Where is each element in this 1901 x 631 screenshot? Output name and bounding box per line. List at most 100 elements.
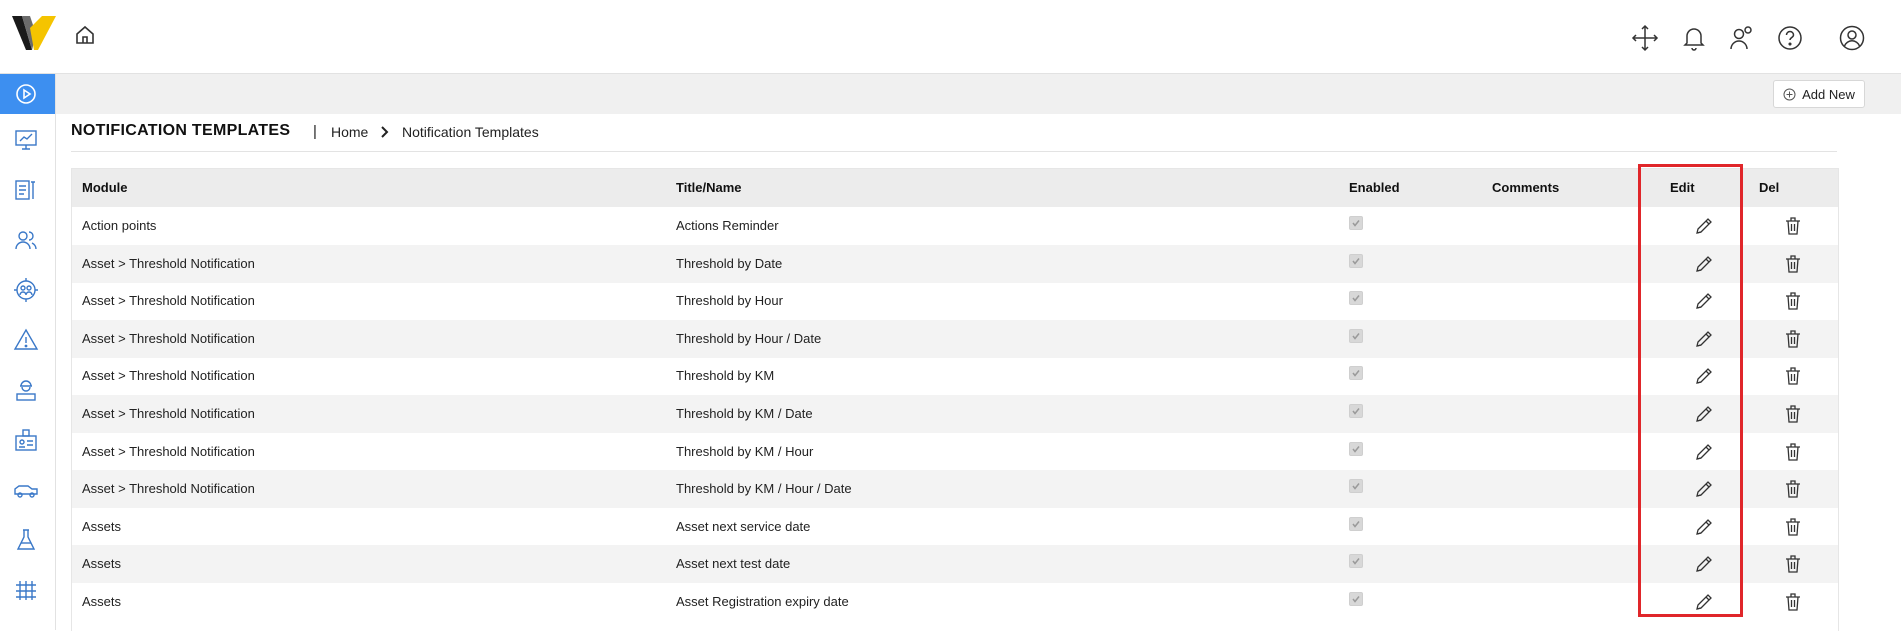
edit-pencil-icon[interactable]: [1693, 553, 1715, 575]
play-icon: [16, 84, 36, 104]
header-comments[interactable]: Comments: [1492, 180, 1559, 195]
add-new-label: Add New: [1802, 86, 1855, 102]
structure-icon[interactable]: [13, 577, 39, 603]
edit-pencil-icon[interactable]: [1693, 441, 1715, 463]
delete-trash-icon[interactable]: [1782, 478, 1804, 500]
warning-icon[interactable]: [13, 327, 39, 353]
table-row: Assets Asset next service date: [72, 508, 1838, 546]
edit-pencil-icon[interactable]: [1693, 478, 1715, 500]
id-card-icon[interactable]: [13, 427, 39, 453]
edit-pencil-icon[interactable]: [1693, 253, 1715, 275]
enabled-checkbox[interactable]: [1349, 479, 1363, 494]
breadcrumb-current: Notification Templates: [402, 124, 539, 140]
delete-trash-icon[interactable]: [1782, 253, 1804, 275]
delete-trash-icon[interactable]: [1782, 328, 1804, 350]
enabled-checkbox[interactable]: [1349, 554, 1363, 569]
page-title: NOTIFICATION TEMPLATES: [71, 122, 291, 139]
logo-icon[interactable]: [12, 14, 56, 52]
delete-trash-icon[interactable]: [1782, 215, 1804, 237]
enabled-checkbox[interactable]: [1349, 516, 1363, 531]
delete-trash-icon[interactable]: [1782, 591, 1804, 613]
breadcrumb-separator: |: [313, 123, 317, 140]
enabled-checkbox[interactable]: [1349, 366, 1363, 381]
lab-flask-icon[interactable]: [13, 527, 39, 553]
delete-trash-icon[interactable]: [1782, 516, 1804, 538]
edit-pencil-icon[interactable]: [1693, 591, 1715, 613]
delete-trash-icon[interactable]: [1782, 290, 1804, 312]
table-row: Asset > Threshold Notification Threshold …: [72, 282, 1838, 320]
table-row: Asset > Threshold Notification Threshold …: [72, 433, 1838, 471]
group-target-icon[interactable]: [13, 277, 39, 303]
toolbar: [56, 74, 1901, 114]
cell-module: Asset > Threshold Notification: [82, 330, 255, 346]
cell-title: Threshold by Hour / Date: [676, 330, 822, 346]
header-title[interactable]: Title/Name: [676, 180, 742, 195]
table-row: Assets Asset next test date: [72, 545, 1838, 584]
edit-pencil-icon[interactable]: [1693, 290, 1715, 312]
enabled-checkbox[interactable]: [1349, 253, 1363, 268]
cell-title: Threshold by KM / Date: [676, 406, 813, 421]
divider: [71, 151, 1837, 152]
help-icon[interactable]: [1776, 24, 1804, 52]
add-new-button[interactable]: Add New: [1773, 80, 1865, 108]
worker-icon[interactable]: [13, 377, 39, 403]
chevron-right-icon: [381, 126, 389, 138]
cell-module: Action points: [82, 218, 157, 233]
breadcrumb-home[interactable]: Home: [331, 124, 368, 140]
cell-title: Asset Registration expiry date: [676, 594, 849, 609]
plus-circle-icon: [1783, 88, 1796, 100]
sidebar-item-active[interactable]: [0, 74, 55, 114]
bell-icon[interactable]: [1680, 24, 1708, 52]
table-row: Action points Actions Reminder: [72, 207, 1838, 245]
edit-pencil-icon[interactable]: [1693, 365, 1715, 387]
cell-module: Asset > Threshold Notification: [82, 255, 255, 271]
cell-module: Asset > Threshold Notification: [82, 368, 255, 384]
delete-trash-icon[interactable]: [1782, 441, 1804, 463]
enabled-checkbox[interactable]: [1349, 291, 1363, 306]
cell-title: Threshold by Hour: [676, 293, 783, 309]
table-row: Asset > Threshold Notification Threshold …: [72, 319, 1838, 358]
cell-title: Asset next test date: [676, 556, 791, 572]
cell-module: Asset > Threshold Notification: [82, 293, 255, 309]
vehicle-icon[interactable]: [13, 477, 39, 503]
user-settings-icon[interactable]: [1727, 24, 1755, 52]
header-module[interactable]: Module: [82, 180, 128, 195]
templates-table: Module Title/Name Enabled Comments Edit …: [71, 168, 1839, 631]
delete-trash-icon[interactable]: [1782, 403, 1804, 425]
cell-title: Asset next service date: [676, 518, 811, 534]
cell-title: Threshold by KM / Hour / Date: [676, 481, 852, 497]
document-tools-icon[interactable]: [13, 177, 39, 203]
users-icon[interactable]: [13, 227, 39, 253]
edit-pencil-icon[interactable]: [1693, 516, 1715, 538]
cell-module: Asset > Threshold Notification: [82, 481, 255, 497]
top-bar: [0, 0, 1901, 74]
edit-pencil-icon[interactable]: [1693, 328, 1715, 350]
enabled-checkbox[interactable]: [1349, 441, 1363, 456]
enabled-checkbox[interactable]: [1349, 404, 1363, 418]
table-row: Asset > Threshold Notification Threshold …: [72, 244, 1838, 283]
cell-module: Assets: [82, 518, 122, 534]
table-row: Assets Asset Registration expiry date: [72, 583, 1838, 621]
delete-trash-icon[interactable]: [1782, 365, 1804, 387]
enabled-checkbox[interactable]: [1349, 216, 1363, 230]
profile-icon[interactable]: [1838, 24, 1866, 52]
enabled-checkbox[interactable]: [1349, 592, 1363, 606]
cell-module: Asset > Threshold Notification: [82, 443, 255, 459]
cell-title: Threshold by KM / Hour: [676, 443, 814, 459]
table-header: Module Title/Name Enabled Comments Edit …: [72, 169, 1838, 207]
cell-module: Asset > Threshold Notification: [82, 406, 255, 421]
dashboard-icon[interactable]: [13, 127, 39, 153]
header-enabled[interactable]: Enabled: [1349, 180, 1400, 195]
header-edit: Edit: [1670, 180, 1695, 195]
cell-module: Assets: [82, 594, 122, 609]
edit-pencil-icon[interactable]: [1693, 403, 1715, 425]
delete-trash-icon[interactable]: [1782, 553, 1804, 575]
edit-pencil-icon[interactable]: [1693, 215, 1715, 237]
cell-title: Threshold by KM: [676, 368, 775, 384]
home-icon[interactable]: [74, 24, 96, 46]
cell-title: Threshold by Date: [676, 255, 783, 271]
sidebar: [0, 74, 56, 630]
fullscreen-icon[interactable]: [1631, 24, 1659, 52]
table-row: Asset > Threshold Notification Threshold …: [72, 470, 1838, 509]
enabled-checkbox[interactable]: [1349, 328, 1363, 343]
